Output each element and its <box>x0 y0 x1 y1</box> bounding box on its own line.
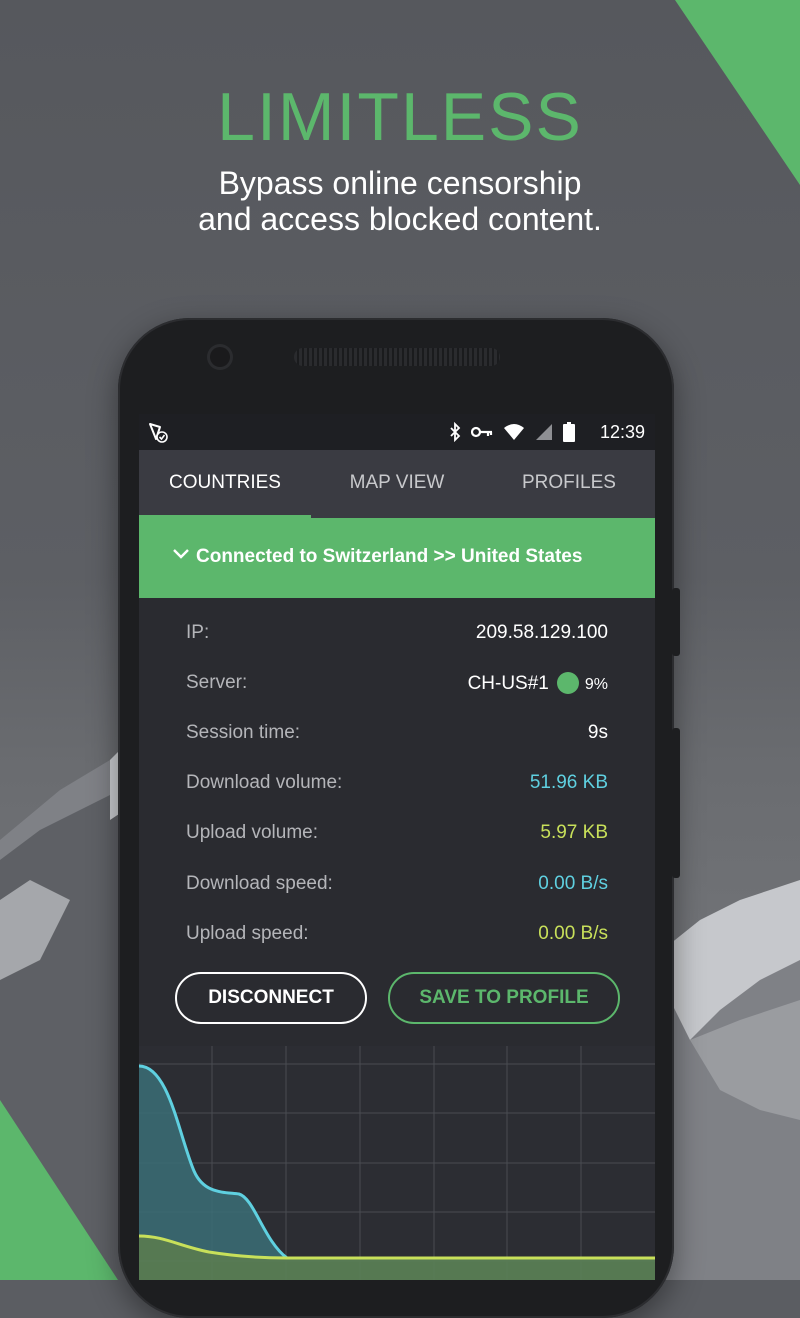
promo-subtitle: Bypass online censorship and access bloc… <box>0 165 800 237</box>
info-row-download-volume: Download volume: 51.96 KB <box>186 768 608 798</box>
info-label: IP: <box>186 622 210 643</box>
promo-subtitle-line2: and access blocked content. <box>198 201 602 237</box>
tab-map-view[interactable]: MAP VIEW <box>311 450 483 518</box>
server-load-dot-icon <box>556 672 579 694</box>
status-time: 12:39 <box>599 422 645 442</box>
front-camera <box>210 347 230 367</box>
download-speed-area <box>139 1066 655 1280</box>
upload-volume-value: 5.97 KB <box>540 822 608 843</box>
session-time-value: 9s <box>587 722 608 743</box>
disconnect-button[interactable]: DISCONNECT <box>175 972 367 1024</box>
info-label: Session time: <box>186 722 301 743</box>
ip-value: 209.58.129.100 <box>475 622 608 643</box>
info-label: Download volume: <box>186 772 343 793</box>
info-row-download-speed: Download speed: 0.00 B/s <box>186 869 608 899</box>
info-row-upload-speed: Upload speed: 0.00 B/s <box>186 919 608 949</box>
info-row-ip: IP: 209.58.129.100 <box>186 618 608 648</box>
info-label: Download speed: <box>186 873 333 894</box>
earpiece-speaker <box>294 348 500 366</box>
info-row-session-time: Session time: 9s <box>186 718 608 748</box>
info-label: Server: <box>186 672 248 693</box>
download-volume-value: 51.96 KB <box>529 772 608 793</box>
corner-accent-bottom-left <box>0 1100 118 1280</box>
battery-icon <box>563 422 575 442</box>
key-icon <box>471 426 493 438</box>
phone-screen: 12:39 COUNTRIES MAP VIEW PROFILES Connec… <box>139 414 655 1280</box>
connection-status-text: Connected to Switzerland >> United State… <box>196 546 583 567</box>
server-value: CH-US#1 <box>467 673 549 694</box>
promo-title: LIMITLESS <box>217 79 583 155</box>
connection-banner[interactable]: Connected to Switzerland >> United State… <box>139 518 655 598</box>
signal-icon <box>536 424 552 440</box>
download-speed-value: 0.00 B/s <box>538 873 608 894</box>
save-to-profile-button[interactable]: SAVE TO PROFILE <box>388 972 620 1024</box>
chevron-down-icon <box>173 549 189 559</box>
upload-speed-value: 0.00 B/s <box>538 923 608 944</box>
server-value-group: CH-US#1 9% <box>468 672 608 695</box>
wifi-icon <box>504 424 524 440</box>
tab-profiles[interactable]: PROFILES <box>483 450 655 518</box>
promo-subtitle-line1: Bypass online censorship <box>218 165 582 201</box>
tab-countries[interactable]: COUNTRIES <box>139 450 311 518</box>
info-label: Upload volume: <box>186 822 319 843</box>
info-label: Upload speed: <box>186 923 309 944</box>
tab-bar: COUNTRIES MAP VIEW PROFILES <box>139 450 655 518</box>
status-icons <box>449 422 575 442</box>
phone-power-button <box>672 588 680 656</box>
bluetooth-icon <box>450 422 461 442</box>
phone-volume-button <box>672 728 680 878</box>
status-bar: 12:39 <box>139 414 655 450</box>
traffic-graph <box>139 1046 655 1280</box>
info-row-upload-volume: Upload volume: 5.97 KB <box>186 818 608 848</box>
vpn-app-icon <box>149 423 168 443</box>
server-load: 9% <box>584 676 608 693</box>
info-row-server: Server: CH-US#1 9% <box>186 668 608 698</box>
